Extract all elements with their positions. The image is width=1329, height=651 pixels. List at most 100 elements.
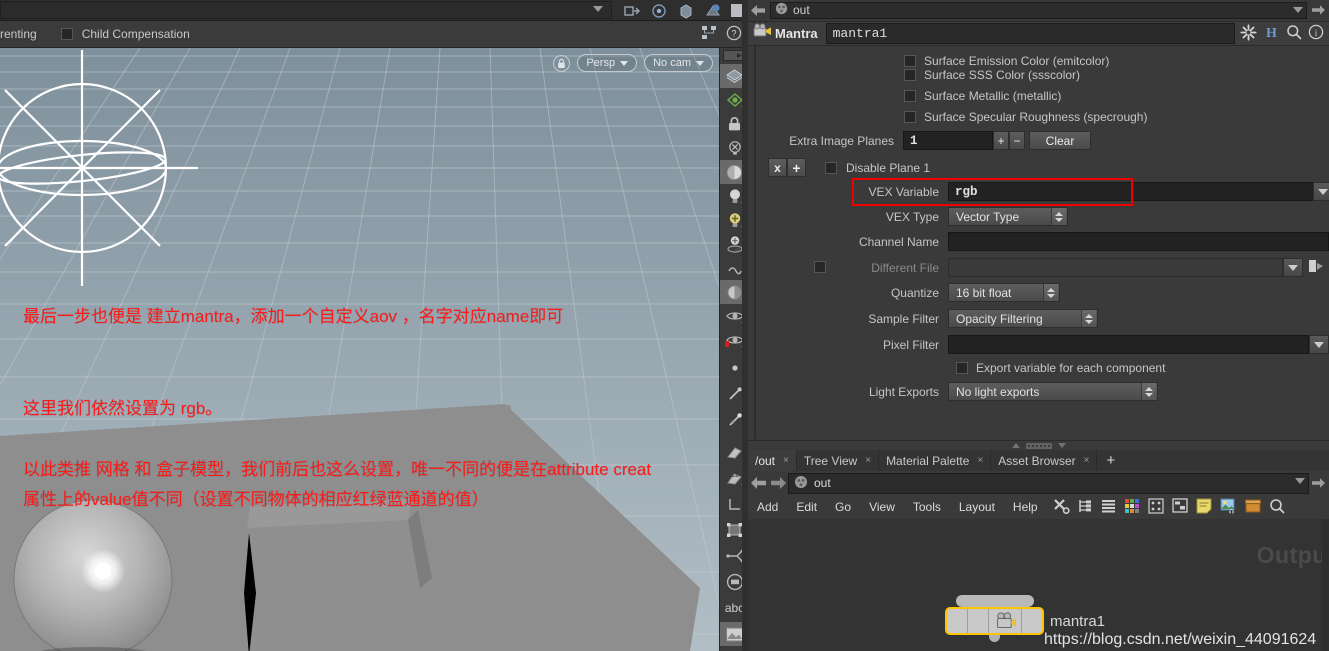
vex-variable-field[interactable]: rgb [948, 182, 1323, 201]
export-variable-row[interactable]: Export variable for each component [956, 361, 1165, 375]
different-file-menu-button[interactable] [1283, 258, 1303, 277]
splitter-down-arrow-icon[interactable] [1057, 443, 1066, 448]
tab-asset-browser[interactable]: Asset Browser × [991, 450, 1098, 471]
menu-view[interactable]: View [860, 495, 904, 519]
tools-icon[interactable] [1053, 498, 1070, 517]
param-checkbox-metallic[interactable]: Surface Metallic (metallic) [904, 89, 1061, 103]
houdini-help-icon[interactable]: H [1263, 24, 1280, 44]
stepper-icon[interactable] [1051, 208, 1066, 225]
camera-label: No cam [653, 57, 691, 69]
checkbox-ssscolor[interactable] [904, 69, 916, 81]
node-output-connector[interactable] [989, 635, 1000, 642]
snap-primitive-icon[interactable] [674, 1, 698, 20]
search-icon[interactable] [1269, 498, 1285, 517]
quantize-dropdown[interactable]: 16 bit float [948, 283, 1060, 302]
info-icon[interactable]: i [1308, 24, 1324, 43]
snap-multi-icon[interactable] [701, 1, 725, 20]
top-path-field[interactable] [0, 1, 612, 19]
vex-type-dropdown[interactable]: Vector Type [948, 207, 1068, 226]
pixel-filter-menu-button[interactable] [1309, 335, 1329, 354]
menu-help[interactable]: Help [1004, 495, 1047, 519]
stepper-icon[interactable] [1043, 284, 1058, 301]
menu-tools[interactable]: Tools [904, 495, 950, 519]
checkbox-export-variable[interactable] [956, 362, 968, 374]
add-plane-button[interactable]: + [993, 131, 1009, 150]
checkbox-metallic[interactable] [904, 90, 916, 102]
gear-icon[interactable] [1240, 24, 1257, 44]
delete-plane-button[interactable]: x [768, 158, 787, 177]
search-icon[interactable] [1286, 24, 1302, 43]
close-icon[interactable]: × [865, 455, 871, 466]
network-vertical-scrollbar[interactable] [1322, 519, 1329, 651]
back-arrow-icon[interactable] [748, 1, 768, 19]
mantra-node[interactable] [945, 607, 1044, 635]
pane-splitter[interactable] [748, 440, 1329, 450]
tab-out[interactable]: /out × [748, 450, 797, 471]
stepper-icon[interactable] [1141, 383, 1156, 400]
clear-planes-button[interactable]: Clear [1029, 131, 1091, 150]
light-exports-dropdown[interactable]: No light exports [948, 382, 1158, 401]
menu-edit[interactable]: Edit [787, 495, 826, 519]
param-checkbox-ssscolor[interactable]: Surface SSS Color (ssscolor) [904, 68, 1080, 82]
menu-go[interactable]: Go [826, 495, 860, 519]
out-path-field[interactable]: out [770, 1, 1307, 19]
tab-tree-view[interactable]: Tree View × [797, 450, 880, 471]
color-palette-icon[interactable] [1124, 498, 1140, 517]
checkbox-disable-plane-1[interactable] [825, 161, 837, 174]
checkbox-specrough[interactable] [904, 111, 916, 123]
back-arrow-icon[interactable] [748, 474, 768, 492]
jump-to-icon[interactable] [1309, 1, 1329, 19]
network-editor-canvas[interactable]: Output mantra1 https://blog.csdn.net/wei… [748, 519, 1329, 651]
asset-box-icon[interactable] [1244, 499, 1261, 516]
forward-arrow-icon[interactable] [768, 474, 788, 492]
insert-plane-button[interactable]: + [787, 158, 806, 177]
pixel-filter-field[interactable] [948, 335, 1309, 354]
chevron-down-icon[interactable] [593, 6, 603, 12]
label-ssscolor: Surface SSS Color (ssscolor) [924, 68, 1081, 82]
sample-filter-dropdown[interactable]: Opacity Filtering [948, 309, 1098, 328]
chevron-down-icon [1314, 341, 1324, 348]
network-box-icon[interactable] [1171, 498, 1188, 516]
extra-image-planes-field[interactable]: 1 [903, 131, 993, 150]
checkbox-different-file[interactable] [814, 261, 826, 273]
grid-dots-icon[interactable] [1147, 497, 1164, 517]
splitter-up-arrow-icon[interactable] [1011, 443, 1020, 448]
close-icon[interactable]: × [977, 455, 983, 466]
param-checkbox-emitcolor[interactable]: Surface Emission Color (emitcolor) [904, 54, 1109, 68]
tab-material-palette[interactable]: Material Palette × [879, 450, 992, 471]
image-add-icon[interactable] [1220, 498, 1237, 517]
snap-point-icon[interactable] [647, 1, 671, 20]
add-tab-button[interactable]: + [1097, 450, 1124, 471]
tree-layout-icon[interactable] [1078, 498, 1093, 517]
chevron-down-icon[interactable] [1295, 477, 1305, 484]
network-path-field[interactable]: out [788, 472, 1309, 494]
scene-viewport[interactable]: sz . Persp No cam 最后一步也便是 建立mantra，添加一个自… [0, 48, 719, 651]
remove-plane-button[interactable]: − [1009, 131, 1025, 150]
file-browse-icon[interactable] [1308, 258, 1324, 277]
jump-to-icon[interactable] [1309, 474, 1329, 492]
stepper-icon[interactable] [1081, 310, 1096, 327]
snap-to-grid-icon[interactable] [620, 1, 644, 20]
lock-icon[interactable] [553, 54, 571, 72]
node-flag-bar[interactable] [956, 595, 1034, 607]
view-mode-dropdown[interactable]: Persp [577, 54, 638, 72]
sticky-note-icon[interactable] [1196, 498, 1212, 517]
list-view-icon[interactable] [1101, 498, 1116, 517]
hierarchy-icon[interactable] [701, 25, 717, 44]
camera-dropdown[interactable]: No cam [644, 54, 713, 72]
vex-variable-label: VEX Variable [868, 184, 939, 199]
different-file-field[interactable] [948, 258, 1283, 277]
menu-layout[interactable]: Layout [950, 495, 1004, 519]
splitter-grip[interactable] [1025, 442, 1052, 449]
vex-variable-menu-button[interactable] [1313, 182, 1329, 201]
close-icon[interactable]: × [783, 455, 789, 466]
help-icon[interactable]: ? [726, 25, 742, 44]
chevron-down-icon[interactable] [1293, 6, 1303, 13]
menu-add[interactable]: Add [748, 495, 787, 519]
node-name-field[interactable]: mantra1 [825, 23, 1235, 44]
checkbox-emitcolor[interactable] [904, 55, 916, 67]
param-checkbox-specrough[interactable]: Surface Specular Roughness (specrough) [904, 110, 1147, 124]
channel-name-field[interactable] [948, 232, 1329, 251]
close-icon[interactable]: × [1084, 455, 1090, 466]
child-compensation-checkbox[interactable] [60, 28, 73, 40]
